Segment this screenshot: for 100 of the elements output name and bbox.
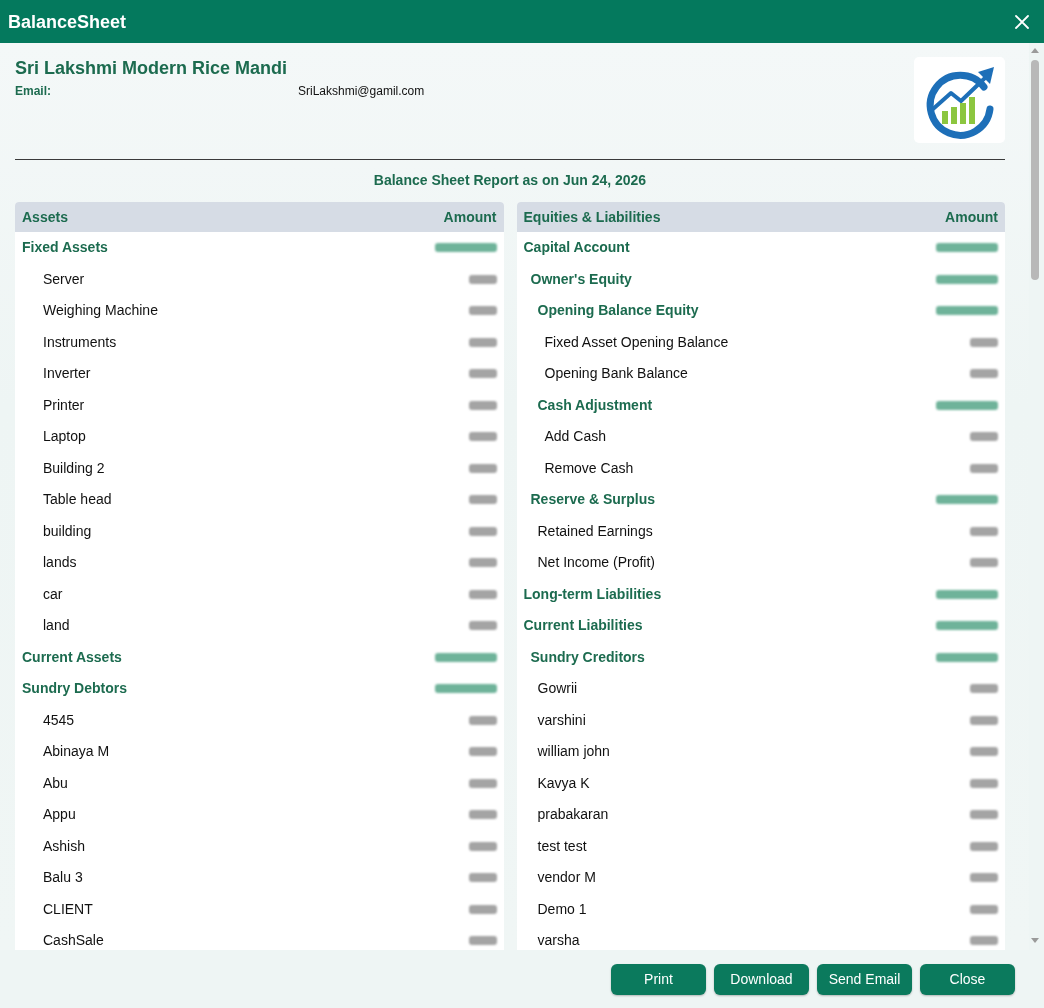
blurred-amount: [970, 778, 998, 788]
blurred-amount: [936, 652, 998, 662]
account-label: 4545: [43, 710, 75, 730]
blurred-amount: [468, 778, 497, 788]
account-label: william john: [537, 742, 610, 762]
account-label: Opening Bank Balance: [544, 364, 688, 384]
blurred-amount: [468, 369, 497, 379]
account-group-label: Current Assets: [22, 647, 122, 667]
blurred-amount: [434, 243, 497, 253]
account-group-label: Fixed Assets: [22, 238, 108, 258]
column-header: Amount: [443, 207, 497, 227]
email-value: SriLakshmi@gamil.com: [298, 83, 425, 99]
blurred-amount: [468, 621, 497, 631]
blurred-amount: [468, 841, 497, 851]
blurred-amount: [468, 810, 497, 820]
close-icon: [1014, 13, 1030, 30]
account-label: building: [43, 521, 92, 541]
account-label: Remove Cash: [544, 458, 634, 478]
report-title: Balance Sheet Report as on Jun 24, 2026: [372, 171, 648, 190]
account-label: vendor M: [537, 868, 596, 888]
blurred-amount: [468, 400, 497, 410]
account-label: Inverter: [43, 364, 91, 384]
account-label: Retained Earnings: [537, 521, 653, 541]
blurred-amount: [468, 463, 497, 473]
blurred-amount: [468, 936, 497, 946]
print-button[interactable]: Print: [611, 963, 706, 995]
rising-chart-logo-icon: [914, 57, 1005, 143]
download-button[interactable]: Download: [714, 963, 809, 995]
email-label: Email:: [15, 83, 52, 99]
blurred-amount: [970, 747, 998, 757]
blurred-amount: [468, 873, 497, 883]
account-label: Balu 3: [43, 868, 83, 888]
account-label: Kavya K: [537, 773, 590, 793]
blurred-amount: [970, 684, 998, 694]
window-title: BalanceSheet: [8, 10, 127, 33]
account-label: Fixed Asset Opening Balance: [544, 332, 729, 352]
account-label: Server: [43, 269, 85, 289]
blurred-amount: [936, 495, 998, 505]
blurred-amount: [468, 589, 497, 599]
account-label: Instruments: [43, 332, 117, 352]
blurred-amount: [468, 526, 497, 536]
scrollbar-thumb[interactable]: [1031, 60, 1039, 280]
blurred-amount: [434, 684, 497, 694]
blurred-amount: [936, 589, 998, 599]
account-group-label: Sundry Debtors: [22, 679, 127, 699]
blurred-amount: [468, 558, 497, 568]
account-label: car: [43, 584, 63, 604]
account-label: Abu: [43, 773, 68, 793]
account-label: Gowrii: [537, 679, 578, 699]
blurred-amount: [970, 432, 998, 442]
blurred-amount: [468, 904, 497, 914]
scroll-up-icon[interactable]: [1030, 47, 1040, 54]
account-group-label: Owner's Equity: [530, 269, 632, 289]
account-label: Building 2: [43, 458, 105, 478]
account-group-label: Opening Balance Equity: [537, 301, 699, 321]
account-group-label: Reserve & Surplus: [530, 490, 655, 510]
account-label: Table head: [43, 490, 112, 510]
blurred-amount: [970, 337, 998, 347]
account-label: Demo 1: [537, 899, 587, 919]
column-header: Amount: [945, 207, 998, 227]
blurred-amount: [434, 652, 497, 662]
blurred-amount: [970, 904, 998, 914]
account-label: Net Income (Profit): [537, 553, 655, 573]
account-label: Abinaya M: [43, 742, 110, 762]
account-label: Ashish: [43, 836, 86, 856]
blurred-amount: [468, 274, 497, 284]
account-group-label: Cash Adjustment: [537, 395, 653, 415]
blurred-amount: [970, 715, 998, 725]
account-label: Printer: [43, 395, 85, 415]
close-button[interactable]: [1014, 13, 1030, 30]
blurred-amount: [970, 936, 998, 946]
blurred-amount: [936, 306, 998, 316]
blurred-amount: [970, 841, 998, 851]
blurred-amount: [970, 463, 998, 473]
blurred-amount: [970, 810, 998, 820]
send-email-button[interactable]: Send Email: [817, 963, 912, 995]
close-button[interactable]: Close: [920, 963, 1015, 995]
account-group-label: Sundry Creditors: [530, 647, 645, 667]
account-label: varsha: [537, 931, 580, 950]
blurred-amount: [468, 432, 497, 442]
blurred-amount: [468, 495, 497, 505]
column-header: Equities & Liabilities: [523, 207, 661, 227]
account-label: lands: [43, 553, 77, 573]
blurred-amount: [468, 747, 497, 757]
account-label: varshini: [537, 710, 586, 730]
blurred-amount: [936, 621, 998, 631]
blurred-amount: [970, 873, 998, 883]
account-label: CLIENT: [43, 899, 93, 919]
blurred-amount: [468, 337, 497, 347]
blurred-amount: [936, 400, 998, 410]
blurred-amount: [970, 526, 998, 536]
account-label: CashSale: [43, 931, 104, 950]
account-label: land: [43, 616, 70, 636]
account-label: Laptop: [43, 427, 86, 447]
account-label: prabakaran: [537, 805, 609, 825]
column-header: Assets: [22, 207, 68, 227]
account-label: Add Cash: [544, 427, 606, 447]
account-group-label: Capital Account: [523, 238, 630, 258]
scroll-down-icon[interactable]: [1030, 937, 1040, 944]
blurred-amount: [936, 243, 998, 253]
